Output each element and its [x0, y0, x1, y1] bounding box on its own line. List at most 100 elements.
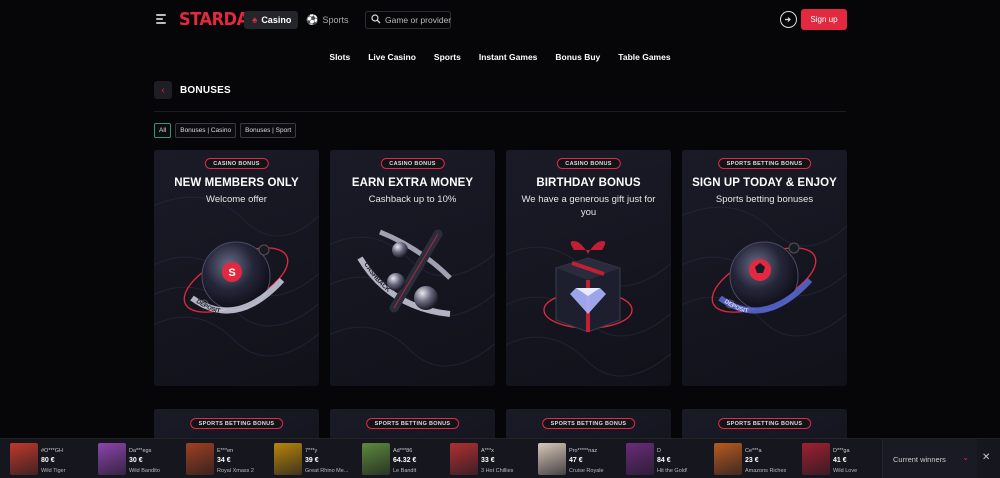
winner-user: Ce***a [745, 448, 762, 454]
login-icon[interactable] [780, 11, 797, 28]
nav-sports[interactable]: Sports [434, 52, 461, 62]
game-thumbnail [802, 443, 830, 475]
nav-instant-games[interactable]: Instant Games [479, 52, 538, 62]
winner-user: Pro*****naz [569, 448, 598, 454]
winner-item[interactable]: A***x 33 € 3 Hot Chillies [440, 443, 528, 475]
winner-game: Le Bandit [393, 468, 417, 474]
game-thumbnail [98, 443, 126, 475]
nav-bonus-buy[interactable]: Bonus Buy [555, 52, 600, 62]
bonus-badge: SPORTS BETTING BONUS [365, 418, 460, 429]
winner-amount: 64.32 € [393, 457, 417, 464]
bonus-badge: CASINO BONUS [380, 158, 445, 169]
tab-casino-label: Casino [261, 15, 292, 25]
winner-amount: 84 € [657, 457, 671, 464]
nav-live-casino[interactable]: Live Casino [368, 52, 416, 62]
winner-amount: 23 € [745, 457, 759, 464]
nav-slots[interactable]: Slots [329, 52, 350, 62]
close-icon[interactable]: ✕ [982, 452, 990, 463]
bonus-title: SIGN UP TODAY & ENJOY [692, 177, 837, 189]
winner-item[interactable]: Pro*****naz 47 € Cruise Royale [528, 443, 616, 475]
winner-user: Da***egs [129, 448, 152, 454]
orb-letter: S [228, 267, 235, 279]
tab-sports-label: Sports [322, 15, 349, 25]
winner-item[interactable]: D***ga 41 € Wild Love [792, 443, 880, 475]
winner-amount: 39 € [305, 457, 319, 464]
filter-all[interactable]: All [154, 123, 172, 138]
filter-bonuses-casino[interactable]: Bonuses | Casino [175, 123, 237, 138]
winner-game: Wild Bandito [129, 468, 160, 474]
winner-game: Amazons Riches [745, 468, 787, 474]
bonus-badge: CASINO BONUS [556, 158, 621, 169]
bonus-card-new-members[interactable]: CASINO BONUS NEW MEMBERS ONLY Welcome of… [154, 150, 319, 386]
spade-icon: ♠ [252, 14, 258, 26]
ribbon-text: CASHBACK [362, 261, 391, 293]
winner-item[interactable]: #O***GH 80 € Wild Tiger [0, 443, 88, 475]
game-thumbnail [714, 443, 742, 475]
bonus-subtitle: We have a generous gift just for you [521, 194, 656, 218]
winner-user: D [657, 448, 661, 454]
winner-user: A***x [481, 448, 494, 454]
chevron-down-icon: ⌄ [962, 453, 969, 462]
winner-user: E***en [217, 448, 234, 454]
winner-item[interactable]: E***en 34 € Royal Xmass 2 [176, 443, 264, 475]
tab-sports[interactable]: ⚽ Sports [304, 11, 352, 29]
svg-text:CASHBACK: CASHBACK [362, 261, 391, 293]
winner-amount: 30 € [129, 457, 143, 464]
page-title: BONUSES [180, 85, 231, 96]
chevron-left-icon: ‹ [161, 84, 165, 96]
winner-game: Wild Tiger [41, 468, 66, 474]
search-icon [371, 13, 381, 27]
bonus-title: BIRTHDAY BONUS [536, 177, 641, 189]
game-thumbnail [362, 443, 390, 475]
winner-user: Ad***86 [393, 448, 413, 454]
winner-game: Royal Xmass 2 [217, 468, 254, 474]
bonus-badge: SPORTS BETTING BONUS [541, 418, 636, 429]
search-input[interactable] [385, 15, 453, 25]
game-thumbnail [450, 443, 478, 475]
ball-icon: ⚽ [306, 14, 319, 26]
game-thumbnail [10, 443, 38, 475]
search-box[interactable] [365, 11, 453, 29]
divider [154, 111, 846, 112]
current-winners-dropdown[interactable]: Current winners ⌄ [882, 439, 977, 478]
back-button[interactable]: ‹ [154, 81, 172, 99]
bonus-subtitle: Welcome offer [206, 194, 267, 205]
game-thumbnail [626, 443, 654, 475]
winner-item[interactable]: Ad***86 64.32 € Le Bandit [352, 443, 440, 475]
winner-item[interactable]: 7***y 39 € Great Rhino Me... [264, 443, 352, 475]
winner-amount: 41 € [833, 457, 847, 464]
current-winners-label: Current winners [893, 454, 946, 464]
header: STARDA ♠ Casino ⚽ Sports Sign up [0, 0, 1000, 40]
deposit-orb-illustration: S DEPOSIT [183, 241, 289, 315]
winner-user: D***ga [833, 448, 850, 454]
winner-user: 7***y [305, 448, 318, 454]
signup-button[interactable]: Sign up [801, 9, 847, 30]
bonus-title: NEW MEMBERS ONLY [174, 177, 299, 189]
sports-orb-illustration: DEPOSIT [711, 241, 817, 315]
gift-box-illustration [543, 241, 633, 333]
winner-game: Wild Love [833, 468, 858, 474]
winners-bar: #O***GH 80 € Wild Tiger Da***egs 30 € Wi… [0, 438, 1000, 478]
winner-item[interactable]: Ce***a 23 € Amazons Riches [704, 443, 792, 475]
bonus-badge: SPORTS BETTING BONUS [717, 158, 812, 169]
bonus-card-birthday[interactable]: CASINO BONUS BIRTHDAY BONUS We have a ge… [506, 150, 671, 386]
game-thumbnail [274, 443, 302, 475]
hamburger-menu-icon[interactable] [156, 13, 168, 25]
bonus-subtitle: Cashback up to 10% [368, 194, 457, 205]
winner-item[interactable]: Da***egs 30 € Wild Bandito [88, 443, 176, 475]
bonus-card-sports[interactable]: SPORTS BETTING BONUS SIGN UP TODAY & ENJ… [682, 150, 847, 386]
bonus-card-cashback[interactable]: CASINO BONUS EARN EXTRA MONEY Cashback u… [330, 150, 495, 386]
main-nav: Slots Live Casino Sports Instant Games B… [0, 52, 1000, 62]
nav-table-games[interactable]: Table Games [618, 52, 670, 62]
winner-user: #O***GH [41, 448, 64, 454]
winner-game: Great Rhino Me... [305, 468, 349, 474]
logo[interactable]: STARDA [179, 9, 249, 30]
cashback-illustration: CASHBACK [357, 229, 452, 317]
winner-item[interactable]: D 84 € Hit the Gold! [616, 443, 704, 475]
filter-bonuses-sport[interactable]: Bonuses | Sport [240, 123, 297, 138]
tab-casino[interactable]: ♠ Casino [244, 11, 298, 29]
winner-amount: 80 € [41, 457, 55, 464]
game-thumbnail [186, 443, 214, 475]
bonus-badge: SPORTS BETTING BONUS [717, 418, 812, 429]
winner-game: Cruise Royale [569, 468, 604, 474]
